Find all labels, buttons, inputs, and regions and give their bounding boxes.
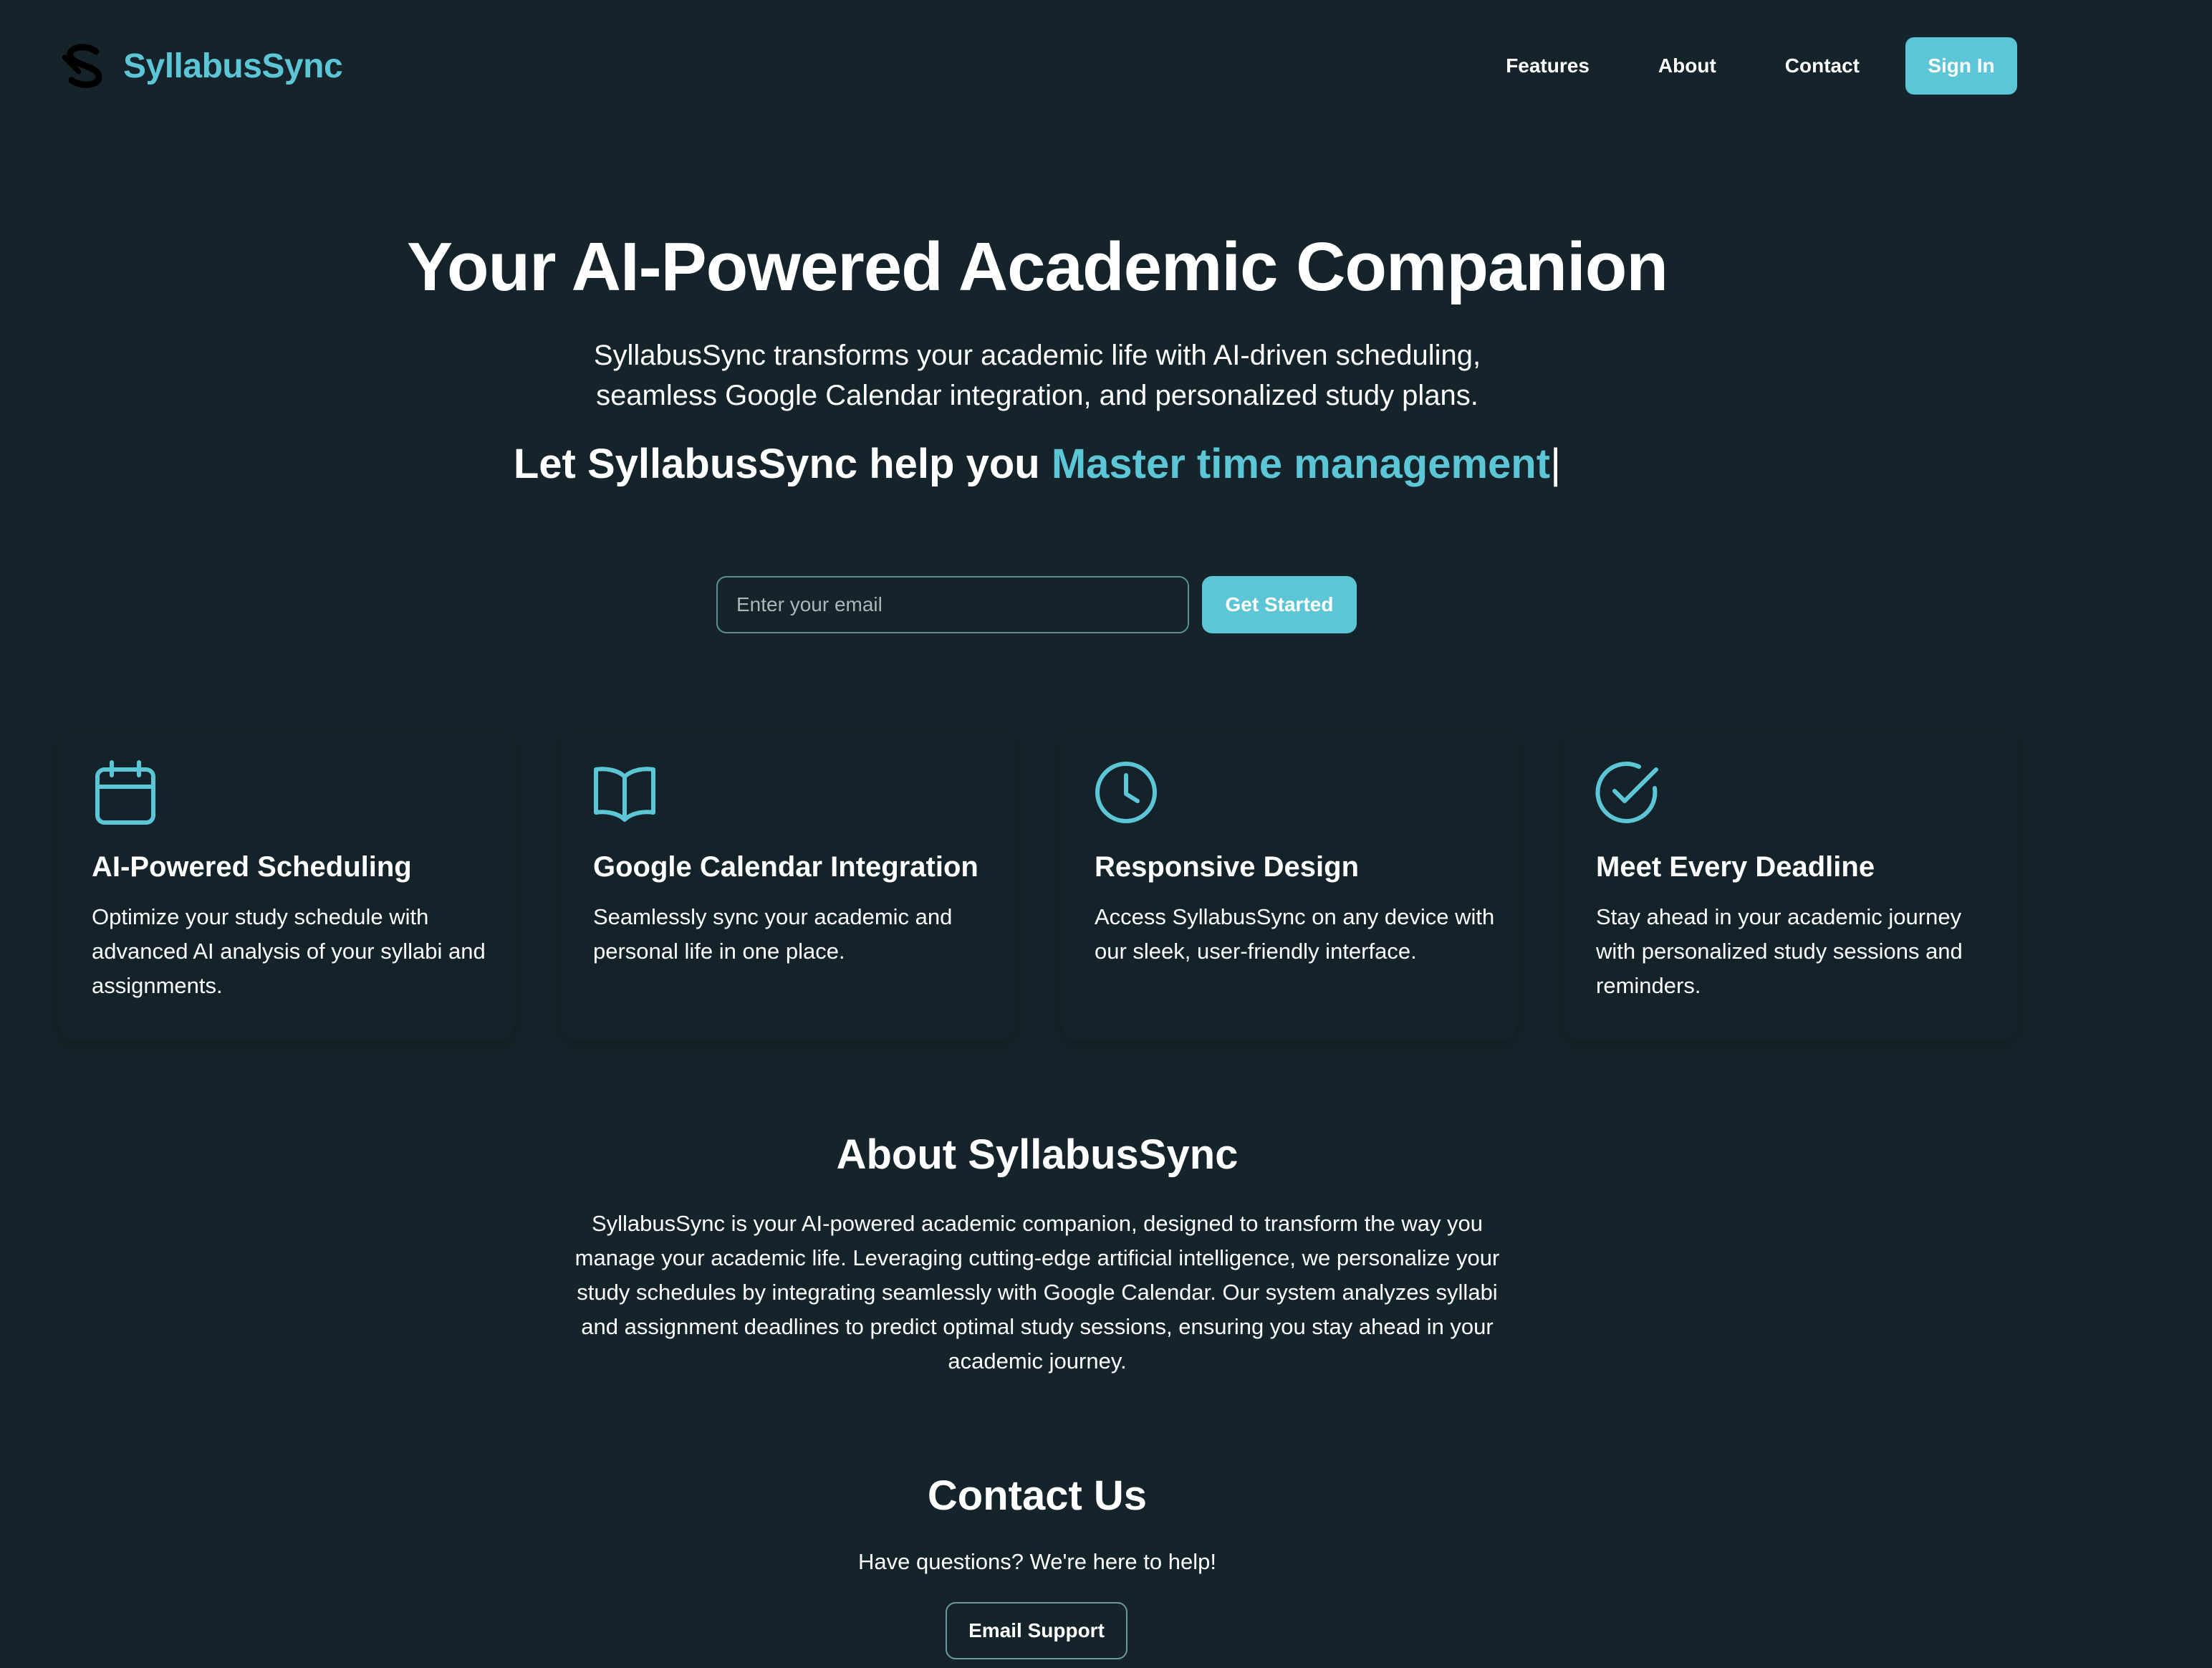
email-input[interactable] <box>716 576 1189 633</box>
typing-cursor: | <box>1550 441 1562 487</box>
sign-in-button[interactable]: Sign In <box>1905 37 2017 95</box>
feature-card-deadlines: Meet Every Deadline Stay ahead in your a… <box>1563 731 2019 1040</box>
typing-tagline: Let SyllabusSync help you Master time ma… <box>0 436 2074 493</box>
clock-icon <box>1095 762 1157 823</box>
hero-title: Your AI-Powered Academic Companion <box>406 229 1668 305</box>
book-open-icon <box>594 767 655 822</box>
tagline-prefix: Let SyllabusSync help you <box>513 441 1052 487</box>
top-navbar: SyllabusSync Features About Contact Sign… <box>0 0 2212 132</box>
contact-title: Contact Us <box>927 1472 1148 1519</box>
tagline-typed-phrase: Master time management <box>1051 441 1551 487</box>
nav-link-features[interactable]: Features <box>1506 54 1590 77</box>
hero-subtitle-line-2: seamless Google Calendar integration, an… <box>596 380 1478 411</box>
feature-title: Google Calendar Integration <box>593 851 978 883</box>
feature-description: Access SyllabusSync on any device with o… <box>1095 904 1495 964</box>
about-title: About SyllabusSync <box>836 1131 1239 1178</box>
feature-description: Optimize your study schedule with advanc… <box>92 904 486 998</box>
feature-card-google-calendar: Google Calendar Integration Seamlessly s… <box>560 731 1016 1040</box>
get-started-button[interactable]: Get Started <box>1202 576 1357 633</box>
brand-name: SyllabusSync <box>123 47 343 85</box>
syllabussync-logo-icon <box>62 44 102 88</box>
brand[interactable]: SyllabusSync <box>59 37 343 95</box>
feature-card-ai-scheduling: AI-Powered Scheduling Optimize your stud… <box>59 731 514 1040</box>
feature-card-responsive-design: Responsive Design Access SyllabusSync on… <box>1062 731 1517 1040</box>
nav-links: Features About Contact Sign In <box>1506 37 2017 95</box>
feature-title: AI-Powered Scheduling <box>92 851 412 883</box>
contact-subtitle: Have questions? We're here to help! <box>858 1549 1216 1574</box>
check-circle-icon <box>1595 762 1658 823</box>
nav-link-contact[interactable]: Contact <box>1785 54 1860 77</box>
feature-description: Stay ahead in your academic journey with… <box>1596 904 1963 998</box>
feature-title: Responsive Design <box>1095 851 1360 883</box>
feature-title: Meet Every Deadline <box>1596 851 1875 883</box>
calendar-icon <box>95 760 155 825</box>
feature-description: Seamlessly sync your academic and person… <box>593 904 953 964</box>
about-text: SyllabusSync is your AI-powered academic… <box>574 1211 1500 1374</box>
hero-subtitle: SyllabusSync transforms your academic li… <box>0 335 2074 416</box>
nav-link-about[interactable]: About <box>1658 54 1716 77</box>
email-support-button[interactable]: Email Support <box>946 1602 1127 1659</box>
hero-subtitle-line-1: SyllabusSync transforms your academic li… <box>593 340 1481 371</box>
